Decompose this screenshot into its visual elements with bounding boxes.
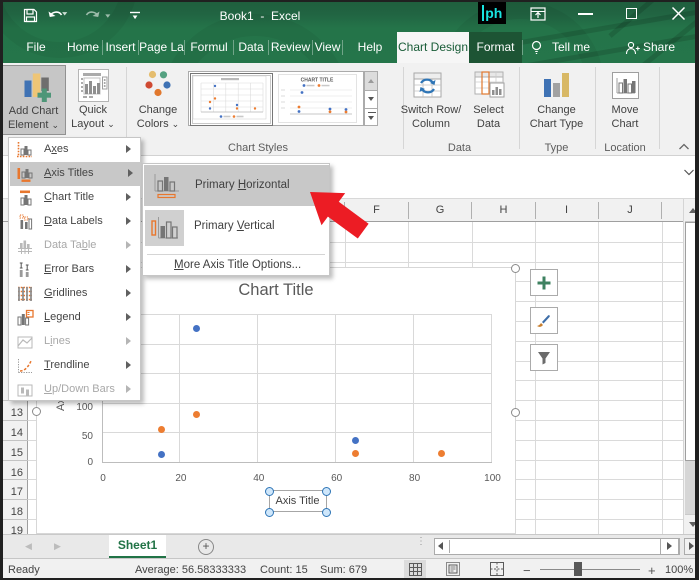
- svg-text:CHART TITLE: CHART TITLE: [301, 78, 334, 84]
